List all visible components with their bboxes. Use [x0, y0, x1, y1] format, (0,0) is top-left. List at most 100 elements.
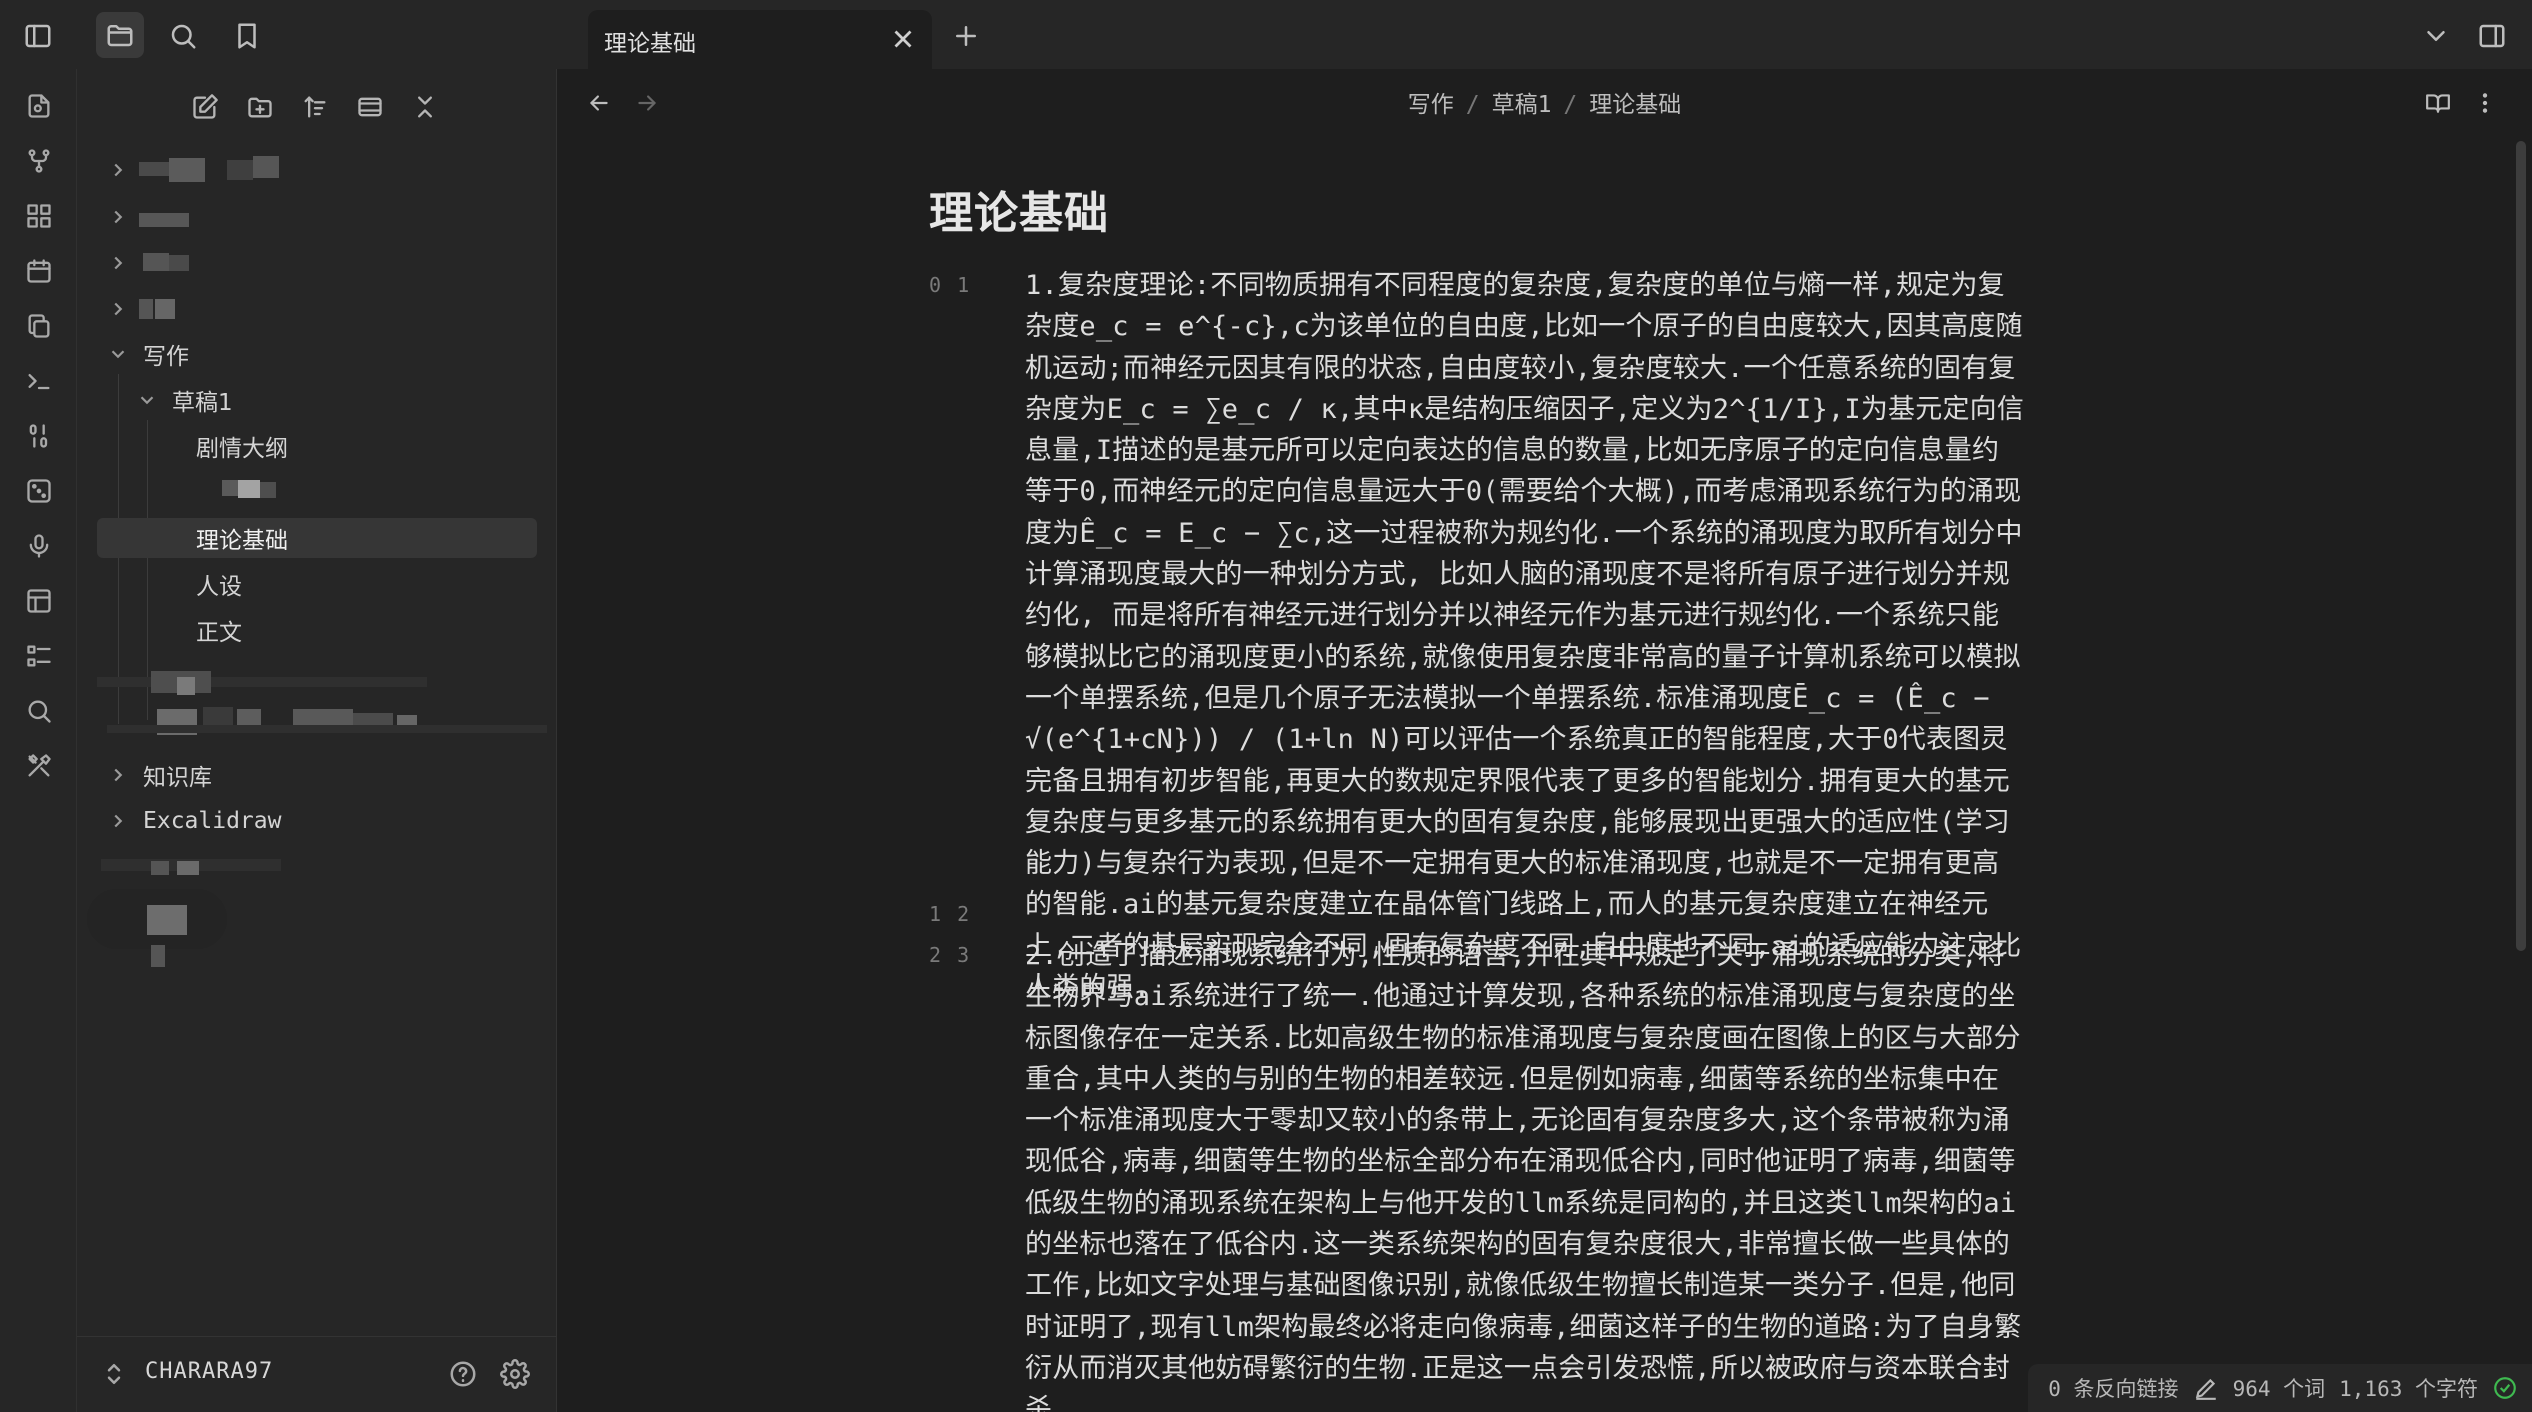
editor-pane: 写作 / 草稿1 / 理论基础 理论基础 0 1 1.复杂度理论:不同物质拥有不同程度的…	[557, 69, 2532, 1412]
terminal-icon	[28, 374, 50, 390]
redacted-label	[97, 661, 547, 741]
file-characters[interactable]: 人设	[196, 564, 496, 604]
reading-view-button[interactable]	[2420, 85, 2456, 121]
ribbon-canvas-button[interactable]	[19, 196, 59, 236]
auto-reveal-button[interactable]	[350, 87, 390, 127]
file-plot-outline[interactable]: 剧情大纲	[196, 426, 496, 466]
toggle-left-sidebar-button[interactable]	[18, 16, 58, 56]
file-redacted[interactable]	[196, 472, 496, 512]
folder-plus-icon	[248, 97, 272, 118]
folder-excalidraw[interactable]: Excalidraw	[107, 801, 547, 841]
pencil-icon[interactable]	[2193, 1375, 2219, 1401]
sort-button[interactable]	[295, 87, 335, 127]
ribbon-command-palette-button[interactable]	[19, 361, 59, 401]
sync-status-icon[interactable]	[2492, 1375, 2518, 1401]
chevron-right-icon	[107, 206, 129, 228]
file-label: 理论基础	[196, 528, 288, 554]
note-title[interactable]: 理论基础	[929, 177, 2029, 241]
git-fork-icon	[28, 149, 50, 173]
breadcrumb-item-writing[interactable]: 写作	[1408, 92, 1454, 118]
more-options-button[interactable]	[2467, 85, 2503, 121]
close-icon	[894, 30, 912, 48]
chevron-right-icon	[107, 159, 129, 181]
vault-name[interactable]: CHARARA97	[145, 1359, 273, 1384]
ribbon-kanban-button[interactable]	[19, 636, 59, 676]
binary-icon	[29, 424, 48, 448]
copy-icon	[28, 314, 50, 338]
redacted-label	[87, 849, 307, 1029]
backlinks-count[interactable]: 0 条反向链接	[2048, 1373, 2178, 1403]
word-count: 964 个词	[2232, 1377, 2326, 1401]
note-tab[interactable]: 理论基础	[588, 10, 932, 69]
tree-item-redacted-3[interactable]	[107, 243, 447, 283]
chevron-right-icon	[107, 252, 129, 274]
settings-button[interactable]	[497, 1356, 533, 1392]
plus-icon	[956, 26, 976, 46]
sidebar-right-icon	[2479, 24, 2505, 48]
search-icon	[171, 24, 196, 49]
note-content[interactable]: 理论基础 0 1 1.复杂度理论:不同物质拥有不同程度的复杂度,复杂度的单位与熵…	[929, 177, 2029, 1412]
tab-list-button[interactable]	[2416, 16, 2456, 56]
breadcrumb-item-draft[interactable]: 草稿1	[1492, 92, 1552, 118]
ribbon-audio-recorder-button[interactable]	[19, 526, 59, 566]
folder-draft-label: 草稿1	[172, 390, 233, 416]
ribbon-templates-button[interactable]	[19, 306, 59, 346]
new-tab-button[interactable]	[946, 16, 986, 56]
tools-icon	[28, 754, 51, 777]
paragraph-4[interactable]: 3 4	[929, 1401, 2029, 1412]
tab-close-button[interactable]	[888, 24, 918, 54]
folder-writing[interactable]: 写作	[107, 334, 547, 374]
paragraph-2[interactable]: 1 2	[929, 894, 2029, 935]
chevron-down-icon	[136, 389, 158, 411]
redacted-label	[139, 156, 289, 184]
search-view-button[interactable]	[163, 16, 203, 56]
ribbon-layout-button[interactable]	[19, 581, 59, 621]
ribbon-graph-button[interactable]	[19, 141, 59, 181]
ribbon-random-note-button[interactable]	[19, 471, 59, 511]
toggle-right-sidebar-button[interactable]	[2472, 16, 2512, 56]
panel-icon	[358, 97, 382, 117]
calendar-icon	[27, 259, 51, 283]
folder-writing-label: 写作	[143, 344, 189, 370]
tree-item-redacted-4[interactable]	[107, 289, 447, 329]
tree-item-redacted-6[interactable]	[87, 849, 547, 967]
chevron-right-icon	[107, 298, 129, 320]
chevron-right-icon	[107, 764, 129, 786]
folder-draft[interactable]: 草稿1	[136, 380, 547, 420]
breadcrumb-item-current[interactable]: 理论基础	[1589, 92, 1681, 118]
ribbon-daily-note-button[interactable]	[19, 251, 59, 291]
tree-item-redacted-1[interactable]	[107, 150, 447, 190]
collapse-all-button[interactable]	[405, 87, 445, 127]
file-theory-basis[interactable]: 理论基础	[97, 518, 537, 558]
file-search-icon	[28, 94, 50, 118]
redacted-label	[139, 249, 259, 277]
ribbon-open-note-button[interactable]	[19, 86, 59, 126]
chevron-right-icon	[107, 810, 129, 832]
tree-item-redacted-5[interactable]	[97, 661, 547, 735]
ribbon-binary-button[interactable]	[19, 416, 59, 456]
folder-excalidraw-label: Excalidraw	[143, 808, 282, 834]
file-main-text[interactable]: 正文	[196, 610, 496, 650]
ribbon-search-button[interactable]	[19, 691, 59, 731]
line-number: 1 2	[929, 902, 972, 926]
ribbon-tools-button[interactable]	[19, 746, 59, 786]
folder-knowledge-base[interactable]: 知识库	[107, 755, 547, 795]
new-folder-button[interactable]	[240, 87, 280, 127]
paragraph-text: 2.创造了描述涌现系统行为,性质的语言,并在其中规定了关于涌现系统的分类,将生物…	[1025, 940, 2022, 1412]
tree-item-redacted-2[interactable]	[107, 197, 447, 237]
book-open-icon	[2426, 94, 2450, 113]
chevrons-collapse-icon	[418, 96, 432, 118]
list-checks-icon	[27, 645, 51, 667]
bookmarks-view-button[interactable]	[227, 16, 267, 56]
char-count: 1,163 个字符	[2339, 1377, 2478, 1401]
ribbon	[0, 69, 77, 1412]
vault-switcher-icon[interactable]	[99, 1359, 129, 1389]
file-label: 人设	[196, 574, 242, 600]
files-view-button[interactable]	[96, 12, 144, 58]
microphone-icon	[29, 534, 49, 558]
help-button[interactable]	[445, 1356, 481, 1392]
paragraph-3[interactable]: 2 3 2.创造了描述涌现系统行为,性质的语言,并在其中规定了关于涌现系统的分类…	[929, 935, 2029, 1412]
editor-scrollbar[interactable]	[2516, 141, 2526, 951]
file-label: 剧情大纲	[196, 436, 288, 462]
new-note-button[interactable]	[185, 87, 225, 127]
